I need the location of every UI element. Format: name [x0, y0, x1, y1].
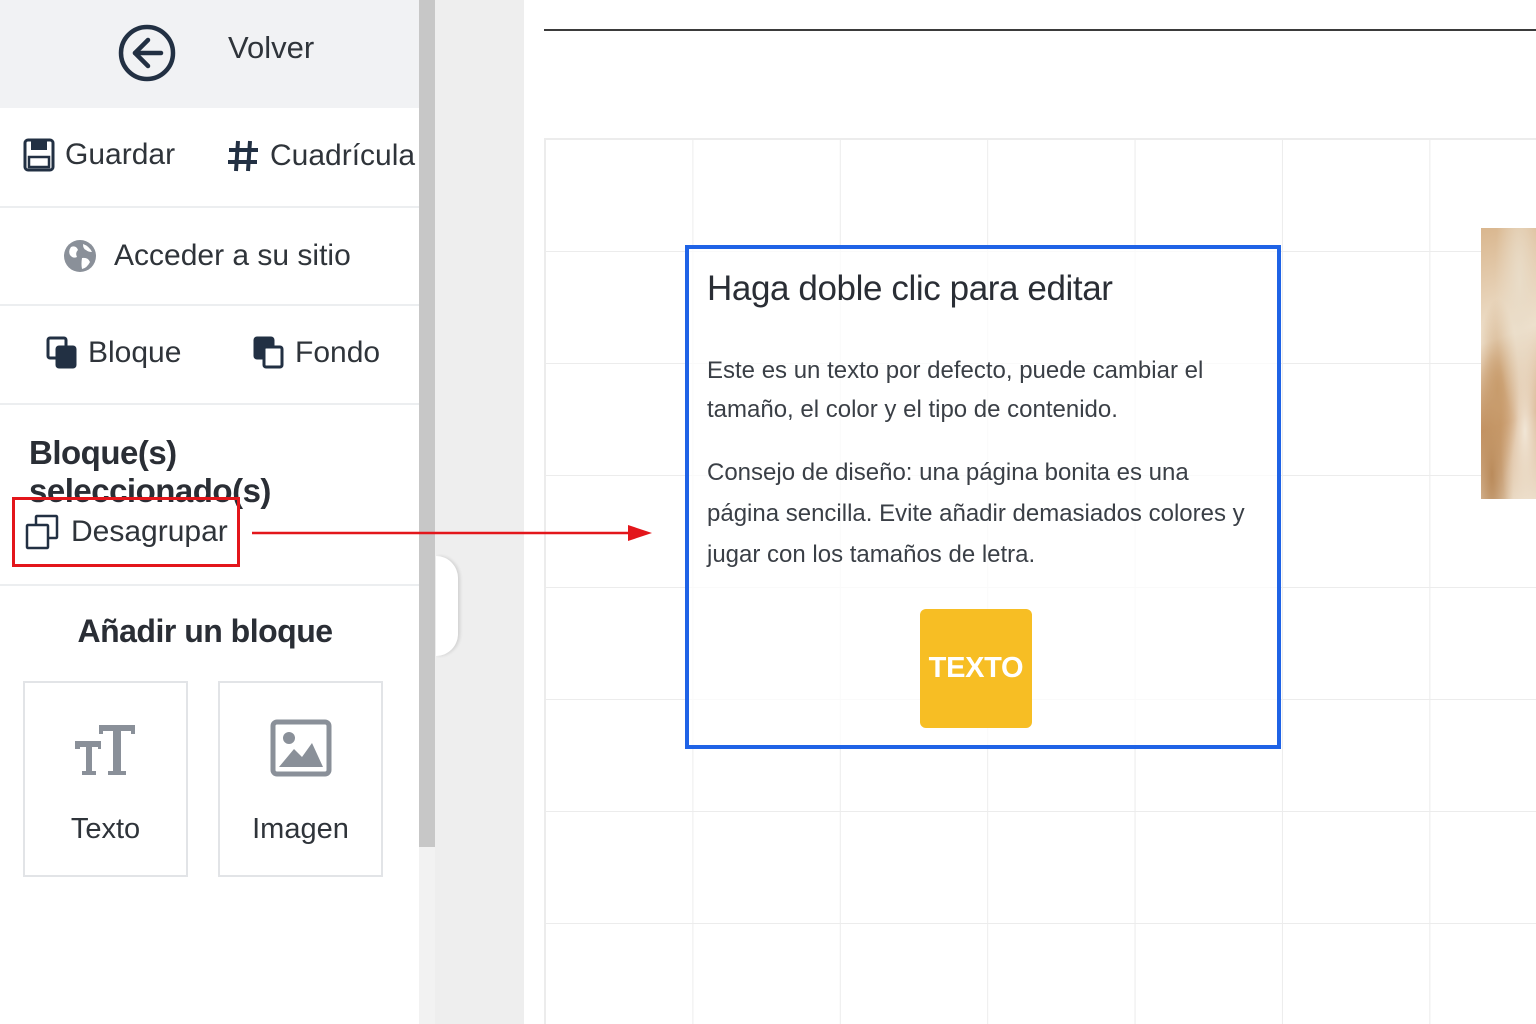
text-block-button[interactable]: TEXTO	[920, 609, 1032, 728]
back-arrow-icon[interactable]	[117, 23, 177, 83]
sidebar-scrollbar-thumb[interactable]	[419, 0, 435, 847]
hashtag-grid-icon	[228, 140, 258, 172]
access-site-label: Acceder a su sitio	[114, 239, 351, 272]
add-block-heading: Añadir un bloque	[77, 613, 333, 649]
page-canvas: Haga doble clic para editar Este es un t…	[524, 0, 1536, 1024]
background-layers-icon	[253, 336, 284, 369]
image-block-partial[interactable]	[1481, 228, 1536, 499]
grid-button[interactable]: Cuadrícula	[226, 138, 415, 174]
block-background-row: Bloque Fondo	[0, 306, 419, 405]
text-size-icon	[74, 725, 135, 775]
ungroup-button[interactable]: Desagrupar	[12, 497, 240, 567]
access-site-button[interactable]: Acceder a su sitio	[62, 238, 351, 274]
save-button[interactable]: Guardar	[23, 138, 175, 172]
add-text-block-tile[interactable]: Texto	[23, 681, 188, 877]
text-block-paragraph-1[interactable]: Este es un texto por defecto, puede camb…	[707, 351, 1267, 429]
block-button[interactable]: Bloque	[46, 336, 181, 370]
editor-gutter	[435, 0, 524, 1024]
image-icon	[270, 719, 331, 777]
add-image-block-tile[interactable]: Imagen	[218, 681, 383, 877]
floppy-disk-icon	[23, 138, 55, 172]
editor-sidebar: Volver Guardar Cuadrícula Acceder a su s…	[0, 0, 419, 1024]
sidebar-collapse-handle[interactable]	[436, 556, 458, 656]
globe-icon	[64, 240, 96, 272]
block-layers-icon	[46, 336, 77, 369]
background-button[interactable]: Fondo	[253, 336, 380, 370]
ungroup-icon	[25, 514, 59, 550]
back-row[interactable]: Volver	[0, 0, 419, 108]
add-text-label: Texto	[70, 813, 141, 845]
site-row: Acceder a su sitio	[0, 208, 419, 306]
save-label: Guardar	[65, 138, 176, 171]
block-label: Bloque	[88, 336, 182, 369]
divider	[0, 584, 419, 586]
header-divider-line	[544, 29, 1536, 31]
back-label[interactable]: Volver	[228, 30, 314, 66]
ungroup-label: Desagrupar	[71, 515, 228, 548]
save-grid-row: Guardar Cuadrícula	[0, 108, 419, 208]
text-block-title[interactable]: Haga doble clic para editar	[707, 269, 1113, 309]
grid-label: Cuadrícula	[270, 139, 416, 172]
background-label: Fondo	[295, 336, 381, 369]
text-block-paragraph-2[interactable]: Consejo de diseño: una página bonita es …	[707, 452, 1267, 575]
selected-text-block[interactable]: Haga doble clic para editar Este es un t…	[685, 245, 1281, 749]
add-image-label: Imagen	[252, 813, 349, 845]
